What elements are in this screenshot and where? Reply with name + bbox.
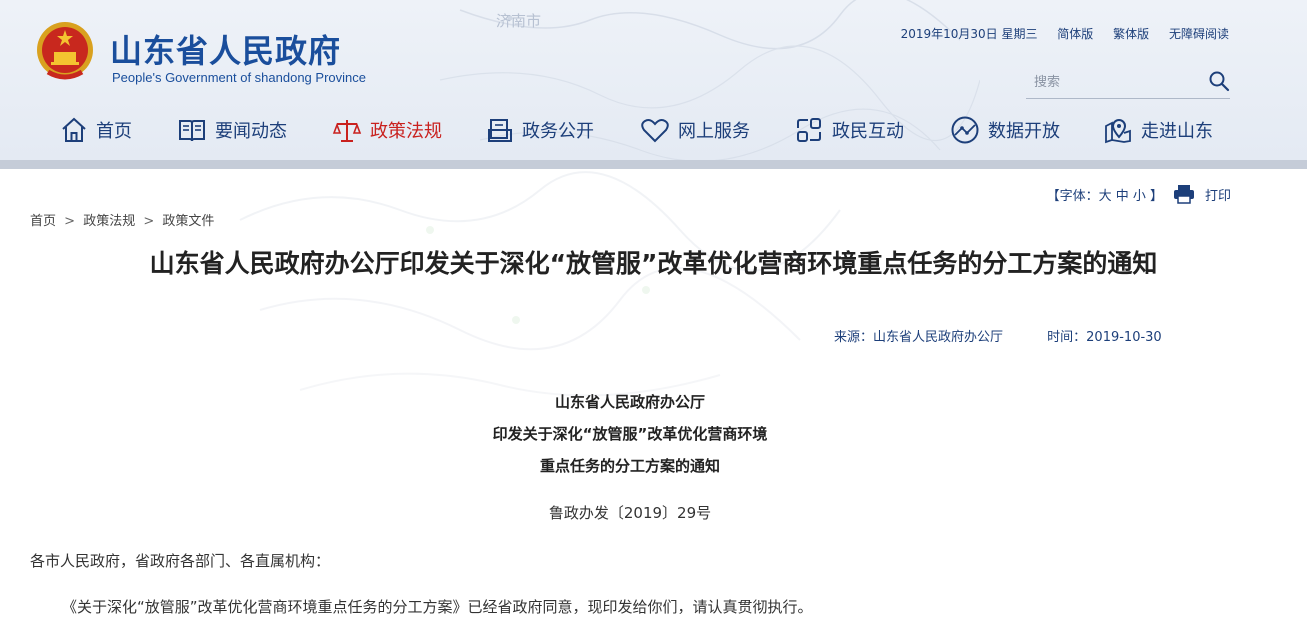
folder-icon: [488, 119, 512, 142]
scales-icon: [332, 120, 362, 142]
traditional-chinese-link[interactable]: 繁体版: [1113, 27, 1149, 41]
map-city-label: 济南市: [496, 12, 542, 30]
breadcrumb-separator: >: [143, 214, 155, 229]
main-nav: 首页 要闻动态 政策法规 政务公开 网上服务 政民互动 数据开放 走进山东: [0, 110, 1307, 150]
nav-label: 政民互动: [832, 121, 904, 142]
article-time: 时间：2019-10-30: [1047, 330, 1162, 345]
simplified-chinese-link[interactable]: 简体版: [1057, 27, 1093, 41]
article-title: 山东省人民政府办公厅印发关于深化“放管服”改革优化营商环境重点任务的分工方案的通…: [149, 249, 1158, 278]
article-meta: 来源：山东省人民政府办公厅 时间：2019-10-30: [834, 326, 1162, 345]
nav-label: 政务公开: [522, 121, 594, 142]
map-pin-icon: [1105, 119, 1131, 144]
salutation: 各市人民政府，省政府各部门、各直属机构：: [30, 552, 331, 570]
newspaper-icon: [179, 120, 205, 142]
font-size-control[interactable]: 【字体：大 中 小 】: [1047, 185, 1163, 204]
breadcrumb-item-policy[interactable]: 政策法规: [83, 214, 135, 229]
doc-heading-line: 重点任务的分工方案的通知: [539, 457, 720, 475]
nav-label: 要闻动态: [215, 121, 287, 142]
nav-label: 数据开放: [988, 121, 1060, 142]
nav-label: 走进山东: [1141, 121, 1213, 142]
nav-label: 首页: [96, 121, 132, 142]
background-map-decoration: [239, 171, 841, 397]
search-icon[interactable]: [1208, 70, 1230, 92]
nav-item-news[interactable]: 要闻动态: [177, 110, 287, 150]
breadcrumb-item-policy-docs[interactable]: 政策文件: [162, 214, 214, 229]
breadcrumb-item-home[interactable]: 首页: [30, 214, 56, 229]
nav-item-visit-shandong[interactable]: 走进山东: [1103, 110, 1213, 150]
exchange-icon: [797, 118, 821, 142]
national-emblem-icon: [37, 22, 93, 80]
site-title[interactable]: 山东省人民政府: [110, 26, 341, 72]
nav-label: 网上服务: [678, 121, 750, 142]
doc-heading-line: 印发关于深化“放管服”改革优化营商环境: [492, 425, 768, 443]
current-date: 2019年10月30日 星期三: [900, 27, 1038, 41]
home-icon: [62, 117, 86, 142]
nav-item-gov-affairs[interactable]: 政务公开: [486, 110, 594, 150]
nav-item-policy[interactable]: 政策法规: [332, 110, 442, 150]
print-button[interactable]: 打印: [1205, 185, 1231, 204]
search-input[interactable]: [1032, 70, 1206, 94]
page-utilities: 【字体：大 中 小 】 打印: [1047, 184, 1231, 204]
nav-item-online-service[interactable]: 网上服务: [640, 110, 750, 150]
nav-item-home[interactable]: 首页: [60, 110, 132, 150]
document-number: 鲁政办发〔2019〕29号: [548, 504, 712, 522]
breadcrumb: 首页 > 政策法规 > 政策文件: [30, 210, 214, 229]
site-subtitle: People's Government of shandong Province: [112, 70, 366, 85]
article-source: 来源：山东省人民政府办公厅: [834, 330, 1004, 345]
globe-icon: [951, 116, 979, 144]
heart-icon: [641, 119, 669, 143]
printer-icon[interactable]: [1173, 184, 1195, 204]
body-paragraph: 《关于深化“放管服”改革优化营商环境重点任务的分工方案》已经省政府同意，现印发给…: [62, 598, 813, 616]
top-links: 2019年10月30日 星期三 简体版 繁体版 无障碍阅读: [901, 25, 1229, 42]
search-box: [1026, 66, 1230, 99]
site-header: 济南市 山东省人民政府 People's Government of shand…: [0, 0, 1307, 160]
nav-item-open-data[interactable]: 数据开放: [950, 110, 1060, 150]
accessible-reading-link[interactable]: 无障碍阅读: [1169, 27, 1229, 41]
nav-label: 政策法规: [370, 121, 442, 142]
breadcrumb-separator: >: [64, 214, 76, 229]
doc-heading-line: 山东省人民政府办公厅: [554, 393, 705, 411]
nav-item-interaction[interactable]: 政民互动: [794, 110, 904, 150]
